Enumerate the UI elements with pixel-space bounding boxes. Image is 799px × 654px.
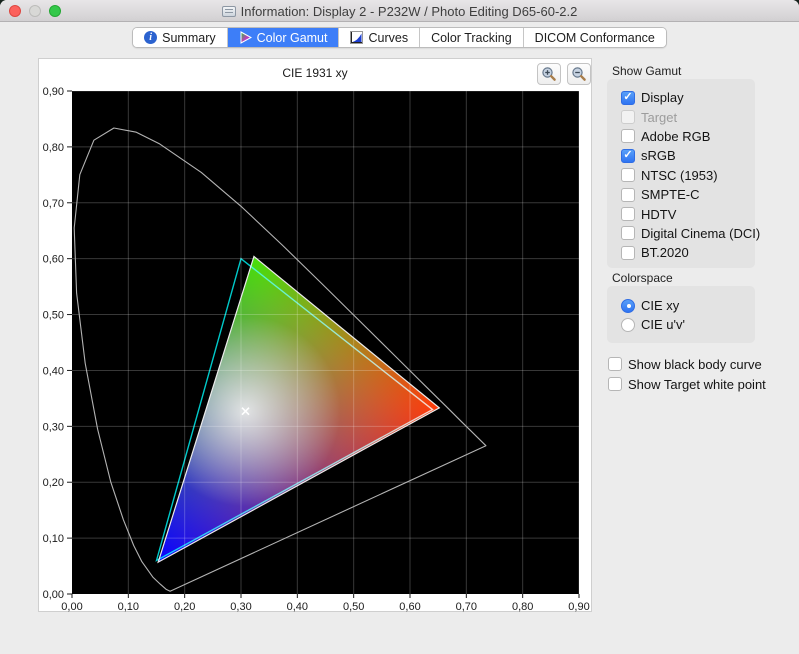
y-tick-label: 0,60 xyxy=(43,254,64,266)
gamut-option-adobe-rgb[interactable]: Adobe RGB xyxy=(621,127,755,146)
checkbox-label: Target xyxy=(641,110,677,125)
colorspace-option-cie-u-v-[interactable]: CIE u'v' xyxy=(621,315,755,334)
info-icon: i xyxy=(144,31,157,44)
checkbox-label: SMPTE-C xyxy=(641,187,700,202)
y-tick-label: 0,30 xyxy=(43,421,64,433)
tab-segmented-control: i Summary Color Gamut Curves Color Tracking D… xyxy=(132,27,667,48)
colorspace-group-title: Colorspace xyxy=(612,271,673,285)
checkbox-unchecked[interactable] xyxy=(621,207,635,221)
checkbox-unchecked[interactable] xyxy=(621,246,635,260)
x-tick-label: 0,10 xyxy=(118,601,139,613)
checkbox-label: Show black body curve xyxy=(628,357,762,372)
gamut-option-bt-2020[interactable]: BT.2020 xyxy=(621,243,755,262)
curves-icon xyxy=(350,31,363,44)
x-tick-label: 0,20 xyxy=(174,601,195,613)
tab-label: Color Gamut xyxy=(257,31,328,45)
x-tick-label: 0,30 xyxy=(230,601,251,613)
tab-summary[interactable]: i Summary xyxy=(133,28,227,47)
x-tick-label: 0,90 xyxy=(568,601,589,613)
checkbox-label: sRGB xyxy=(641,148,676,163)
checkbox-label: Show Target white point xyxy=(628,377,766,392)
checkbox-unchecked[interactable] xyxy=(621,129,635,143)
checkbox-unchecked[interactable] xyxy=(608,357,622,371)
y-tick-label: 0,90 xyxy=(43,86,64,98)
tab-label: Curves xyxy=(368,31,408,45)
y-tick-label: 0,70 xyxy=(43,198,64,210)
radio-selected[interactable] xyxy=(621,299,635,313)
show-gamut-group-box: ✓ Display Target Adobe RGB ✓ sRGB NTSC (1953) S… xyxy=(607,79,755,268)
tab-color-tracking[interactable]: Color Tracking xyxy=(420,28,524,47)
option-show-black-body-curve[interactable]: Show black body curve xyxy=(608,354,766,374)
checkbox-checked[interactable]: ✓ xyxy=(621,91,635,105)
tab-label: Color Tracking xyxy=(431,31,512,45)
gamut-option-target: Target xyxy=(621,107,755,126)
cie-chromaticity-chart: 0,000,00 0,10 0,10 0,20 0,20 0,30 0,30 0,40 0,40… xyxy=(39,59,593,613)
show-gamut-group-title: Show Gamut xyxy=(612,64,681,78)
checkbox-label: Display xyxy=(641,90,684,105)
y-tick-label: 0,80 xyxy=(43,142,64,154)
tab-label: Summary xyxy=(162,31,215,45)
tab-label: DICOM Conformance xyxy=(535,31,655,45)
x-tick-label: 0,40 xyxy=(287,601,308,613)
checkbox-label: HDTV xyxy=(641,207,676,222)
y-tick-label: 0,00 xyxy=(43,589,64,601)
chart-panel: CIE 1931 xy 0,000,000,100,100,200,200,30… xyxy=(38,58,592,612)
x-tick-label: 0,60 xyxy=(399,601,420,613)
tab-bar: i Summary Color Gamut Curves Color Tracking D… xyxy=(0,27,799,48)
y-tick-label: 0,20 xyxy=(43,477,64,489)
gamut-option-ntsc-1953-[interactable]: NTSC (1953) xyxy=(621,166,755,185)
x-tick-label: 0,80 xyxy=(512,601,533,613)
extra-options: Show black body curve Show Target white p… xyxy=(608,354,766,394)
gamut-option-hdtv[interactable]: HDTV xyxy=(621,204,755,223)
tab-color-gamut[interactable]: Color Gamut xyxy=(228,28,340,47)
checkbox-unchecked[interactable] xyxy=(608,377,622,391)
app-window: Information: Display 2 - P232W / Photo E… xyxy=(0,0,799,654)
radio-label: CIE u'v' xyxy=(641,317,685,332)
gamut-option-srgb[interactable]: ✓ sRGB xyxy=(621,146,755,165)
window-proxy-icon xyxy=(222,6,236,17)
x-tick-label: 0,70 xyxy=(456,601,477,613)
gamut-triangle-icon xyxy=(239,31,252,44)
gamut-option-digital-cinema-dci-[interactable]: Digital Cinema (DCI) xyxy=(621,224,755,243)
checkbox-label: BT.2020 xyxy=(641,245,689,260)
window-title: Information: Display 2 - P232W / Photo E… xyxy=(241,4,578,19)
checkbox-label: Digital Cinema (DCI) xyxy=(641,226,760,241)
checkbox-label: NTSC (1953) xyxy=(641,168,718,183)
checkbox-unchecked[interactable] xyxy=(621,168,635,182)
title-bar: Information: Display 2 - P232W / Photo E… xyxy=(0,0,799,22)
y-tick-label: 0,50 xyxy=(43,310,64,322)
checkbox-unchecked[interactable] xyxy=(621,226,635,240)
checkbox-checked[interactable]: ✓ xyxy=(621,149,635,163)
checkbox-unchecked[interactable] xyxy=(621,188,635,202)
colorspace-option-cie-xy[interactable]: CIE xy xyxy=(621,296,755,315)
checkbox-unchecked xyxy=(621,110,635,124)
x-tick-label: 0,50 xyxy=(343,601,364,613)
x-tick-label: 0,00 xyxy=(61,601,82,613)
gamut-option-smpte-c[interactable]: SMPTE-C xyxy=(621,185,755,204)
y-tick-label: 0,40 xyxy=(43,365,64,377)
radio-label: CIE xy xyxy=(641,298,679,313)
gamut-option-display[interactable]: ✓ Display xyxy=(621,88,755,107)
radio-unselected[interactable] xyxy=(621,318,635,332)
tab-dicom-conformance[interactable]: DICOM Conformance xyxy=(524,28,666,47)
y-tick-label: 0,10 xyxy=(43,533,64,545)
option-show-target-white-point[interactable]: Show Target white point xyxy=(608,374,766,394)
checkbox-label: Adobe RGB xyxy=(641,129,710,144)
colorspace-group-box: CIE xy CIE u'v' xyxy=(607,286,755,343)
tab-curves[interactable]: Curves xyxy=(339,28,420,47)
